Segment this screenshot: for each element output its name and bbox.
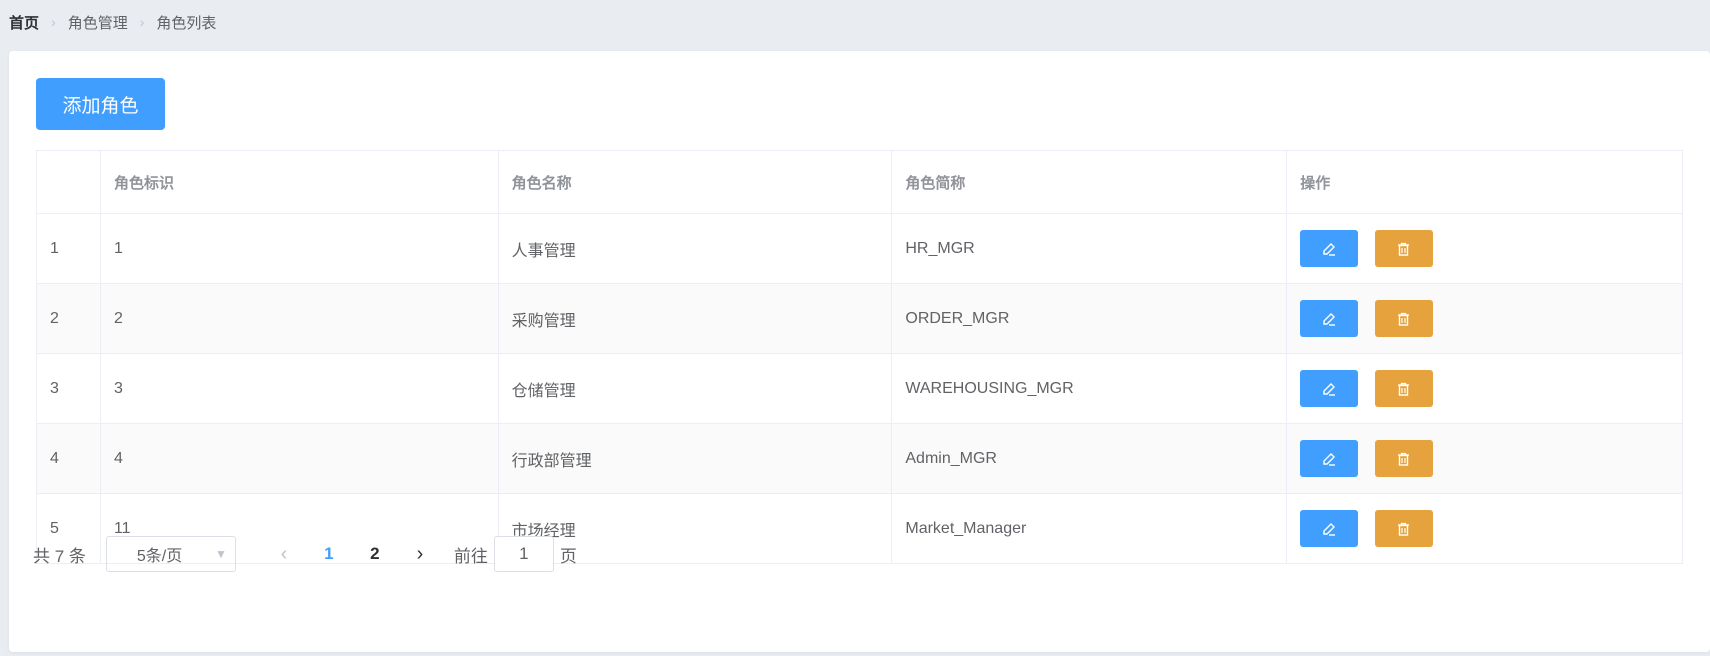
- role-name: 行政部管理: [497, 423, 893, 494]
- delete-button[interactable]: [1374, 440, 1433, 477]
- table-row: 1 1 人事管理 HR_MGR: [36, 213, 1683, 284]
- page-size-value: 5条/页: [136, 548, 183, 565]
- role-name: 人事管理: [497, 213, 893, 284]
- pagination: 共 7 条 5条/页 ▼ ‹ 1 2 › 前往 页: [33, 536, 577, 572]
- edit-button[interactable]: [1300, 510, 1359, 547]
- page-number-1[interactable]: 1: [306, 544, 352, 564]
- edit-icon: [1323, 312, 1336, 326]
- role-id: 3: [99, 353, 499, 424]
- delete-icon: [1398, 242, 1410, 256]
- table-row: 2 2 采购管理 ORDER_MGR: [36, 283, 1683, 354]
- header-role-code: 角色简称: [891, 150, 1288, 214]
- header-operations: 操作: [1286, 150, 1683, 214]
- page-number-2[interactable]: 2: [352, 544, 398, 564]
- row-actions: [1286, 493, 1683, 564]
- edit-icon: [1323, 382, 1336, 396]
- role-code: Admin_MGR: [891, 423, 1288, 494]
- delete-icon: [1398, 382, 1410, 396]
- row-actions: [1286, 423, 1683, 494]
- edit-icon: [1323, 522, 1336, 536]
- goto-suffix: 页: [559, 546, 577, 566]
- edit-icon: [1323, 452, 1336, 466]
- role-code: ORDER_MGR: [891, 283, 1288, 354]
- add-role-button[interactable]: 添加角色: [36, 78, 165, 130]
- delete-button[interactable]: [1374, 370, 1433, 407]
- role-code: HR_MGR: [891, 213, 1288, 284]
- role-id: 2: [99, 283, 499, 354]
- row-index: 1: [36, 213, 101, 284]
- goto-prefix: 前往: [453, 546, 488, 566]
- prev-page-icon[interactable]: ‹: [262, 543, 306, 566]
- table-row: 3 3 仓储管理 WAREHOUSING_MGR: [36, 353, 1683, 424]
- table-header-row: 角色标识 角色名称 角色简称 操作: [36, 150, 1683, 214]
- row-actions: [1286, 353, 1683, 424]
- row-index: 3: [36, 353, 101, 424]
- breadcrumb-separator-icon: ›: [139, 14, 145, 30]
- edit-button[interactable]: [1300, 370, 1359, 407]
- breadcrumb-role-list: 角色列表: [156, 14, 217, 32]
- delete-button[interactable]: [1374, 300, 1433, 337]
- goto-page-input[interactable]: [493, 536, 554, 572]
- edit-icon: [1323, 242, 1336, 256]
- next-page-icon[interactable]: ›: [398, 543, 442, 566]
- total-count: 共 7 条: [33, 546, 86, 566]
- role-name: 仓储管理: [497, 353, 893, 424]
- delete-icon: [1398, 312, 1410, 326]
- breadcrumb-separator-icon: ›: [51, 14, 56, 30]
- row-actions: [1286, 283, 1683, 354]
- breadcrumb-role-management[interactable]: 角色管理: [68, 12, 128, 33]
- role-id: 4: [99, 423, 499, 494]
- breadcrumb-home[interactable]: 首页: [9, 12, 39, 33]
- header-role-name: 角色名称: [497, 150, 893, 214]
- delete-button[interactable]: [1374, 510, 1433, 547]
- page-size-select[interactable]: 5条/页 ▼: [105, 536, 236, 572]
- delete-icon: [1398, 522, 1410, 536]
- delete-button[interactable]: [1374, 230, 1433, 267]
- delete-icon: [1398, 452, 1410, 466]
- edit-button[interactable]: [1300, 230, 1359, 267]
- role-code: Market_Manager: [891, 493, 1288, 564]
- role-name: 采购管理: [497, 283, 893, 354]
- role-code: WAREHOUSING_MGR: [891, 353, 1288, 424]
- row-index: 4: [36, 423, 101, 494]
- breadcrumb: 首页 › 角色管理 › 角色列表: [9, 12, 216, 32]
- row-index: 2: [36, 283, 101, 354]
- chevron-down-icon: ▼: [215, 547, 227, 561]
- row-actions: [1286, 213, 1683, 284]
- header-role-id: 角色标识: [99, 150, 499, 214]
- header-index: [36, 150, 101, 214]
- edit-button[interactable]: [1300, 440, 1359, 477]
- table-row: 4 4 行政部管理 Admin_MGR: [36, 423, 1683, 494]
- role-table: 角色标识 角色名称 角色简称 操作 1 1 人事管理 HR_MGR 2 2 采购…: [36, 150, 1683, 564]
- edit-button[interactable]: [1300, 300, 1359, 337]
- role-id: 1: [99, 213, 499, 284]
